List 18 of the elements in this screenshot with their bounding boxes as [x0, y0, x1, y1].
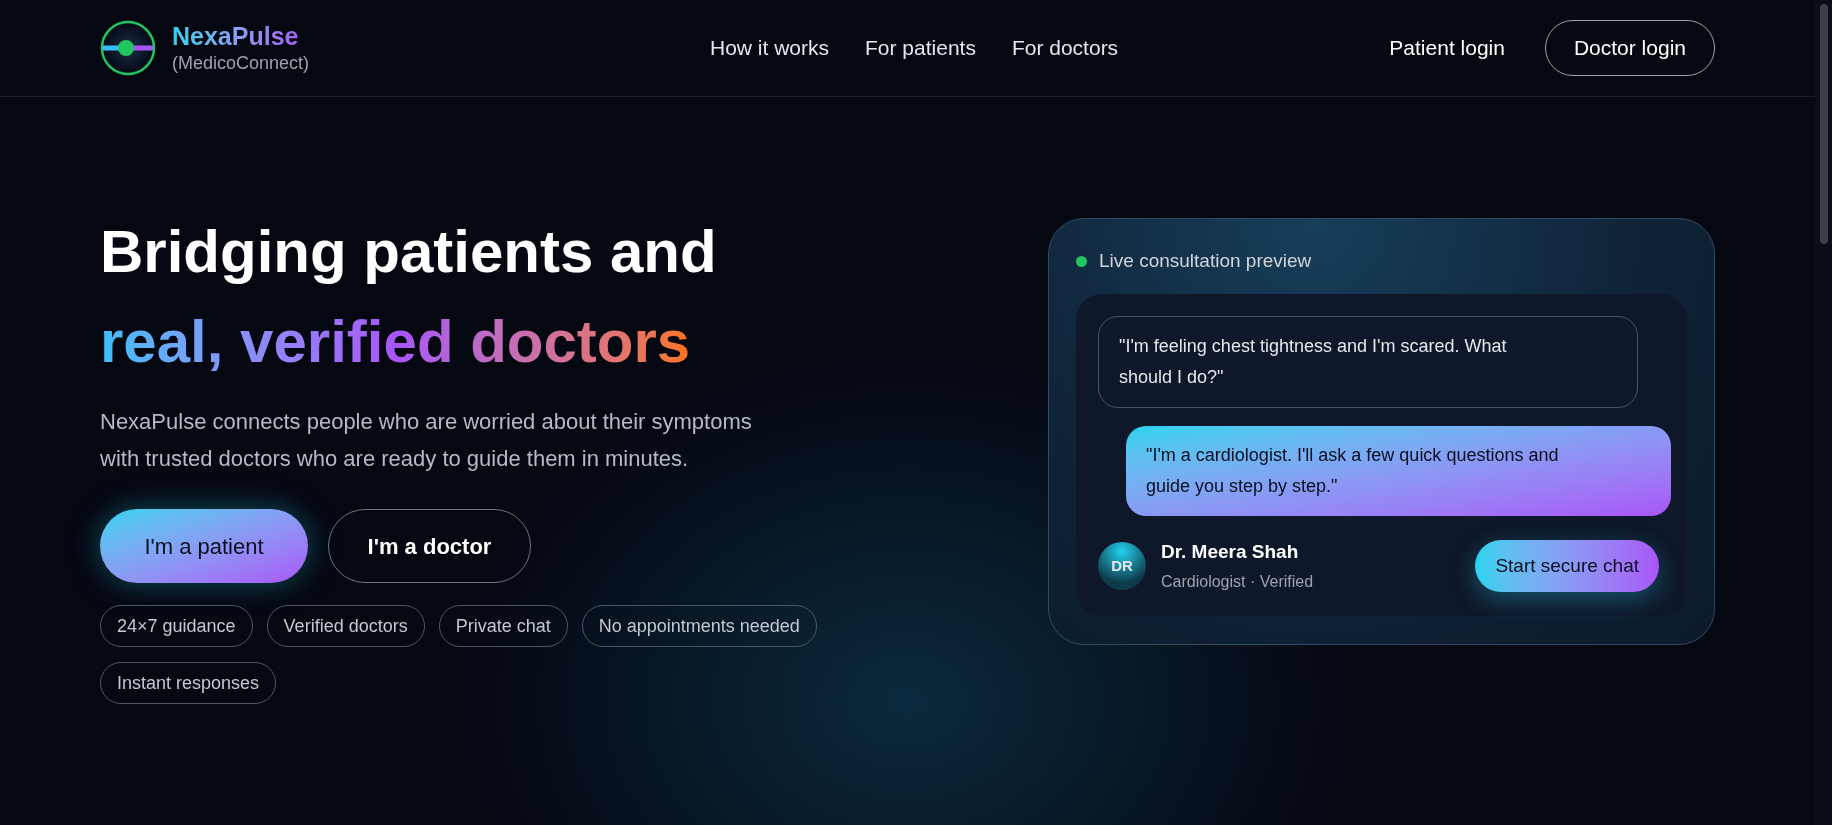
scrollbar-thumb[interactable] [1819, 4, 1828, 244]
hero-description: NexaPulse connects people who are worried about their symptoms with trusted doctors who are ready to guide them in minutes. [100, 408, 753, 473]
scrollbar[interactable] [1815, 0, 1832, 825]
preview-status: Live consultation preview [1099, 249, 1312, 273]
patient-button[interactable]: I'm a patient [100, 509, 308, 583]
patient-message: "I'm feeling chest tightness and I'm scared. What should I do?" [1098, 315, 1638, 408]
doctor-role: Cardiologist · Verified [1161, 572, 1314, 592]
doctor-avatar: DR [1098, 541, 1146, 590]
doctor-message: "I'm a cardiologist. I'll ask a few quick questions and guide you step by step." [1126, 425, 1671, 516]
brand-subtitle: (MedicoConnect) [172, 52, 310, 75]
hero-title: Bridging patients and [100, 217, 718, 287]
login-link[interactable]: Patient login [1389, 32, 1505, 64]
nav-link[interactable]: For patients [865, 32, 976, 64]
pulse-logo-icon [100, 20, 156, 76]
nav-link[interactable]: How it works [710, 32, 830, 64]
nav-link[interactable]: For doctors [1011, 32, 1119, 64]
start-chat-button[interactable]: Start secure chat [1475, 539, 1659, 592]
doctor-name: Dr. Meera Shah [1161, 539, 1300, 564]
